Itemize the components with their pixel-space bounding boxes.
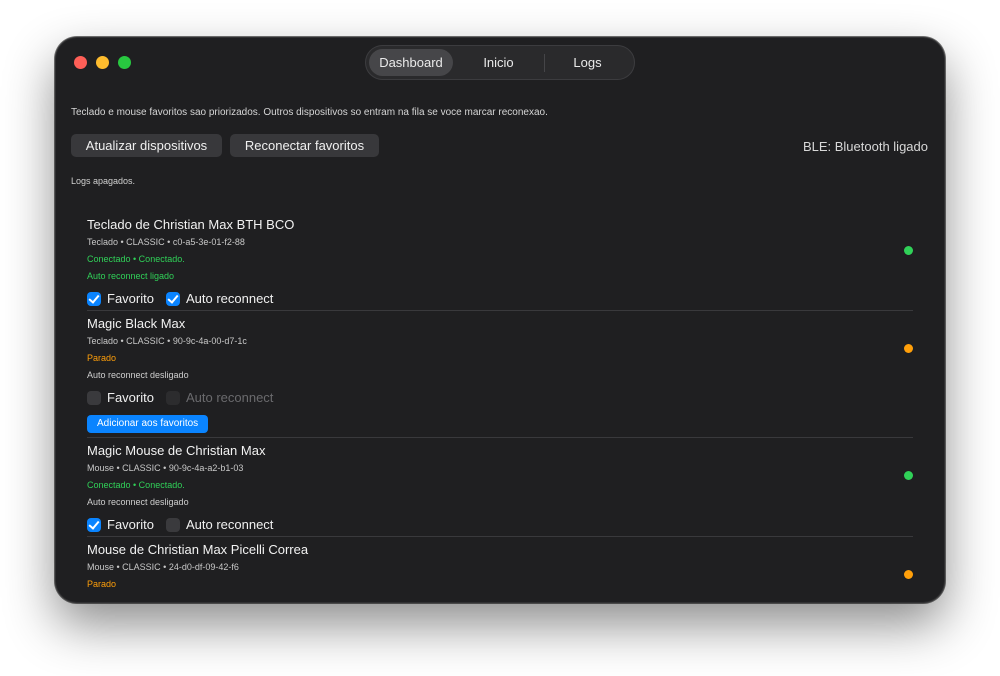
checkbox-icon [165,517,180,532]
ble-status: BLE: Bluetooth ligado [802,139,928,154]
device-name: Magic Black Max [87,316,186,331]
device-status: Parado [87,353,117,363]
device-name: Teclado de Christian Max BTH BCO [87,217,295,232]
device-meta: Mouse • CLASSIC • 24-d0-df-09-42-f6 [87,562,239,572]
device-name: Mouse de Christian Max Picelli Correa [87,542,309,557]
device-status: Conectado • Conectado. [87,254,185,264]
info-description: Teclado e mouse favoritos sao priorizado… [71,107,548,118]
device-options: Favorito Auto reconnect [87,291,285,306]
auto-reconnect-checkbox[interactable]: Auto reconnect [165,291,285,306]
device-row: Mouse de Christian Max Picelli Correa Mo… [87,540,913,600]
auto-reconnect-checkbox[interactable]: Auto reconnect [165,517,285,532]
auto-reconnect-checkbox: Auto reconnect [165,390,285,405]
window-controls [74,56,131,69]
device-name: Magic Mouse de Christian Max [87,443,266,458]
zoom-window-button[interactable] [118,56,131,69]
device-row: Teclado de Christian Max BTH BCO Teclado… [87,215,913,310]
row-divider [87,437,913,438]
checkmark-icon [165,291,180,306]
app-window: Dashboard Inicio Logs Teclado e mouse fa… [55,37,945,603]
tab-bar: Dashboard Inicio Logs [365,45,635,80]
device-status: Parado [87,579,117,589]
device-row: Magic Mouse de Christian Max Mouse • CLA… [87,441,913,536]
connection-indicator [904,246,913,255]
add-to-favorites-button[interactable]: Adicionar aos favoritos [87,415,209,433]
tab-inicio[interactable]: Inicio [453,49,544,76]
row-divider [87,310,913,311]
device-auto-reconnect-status: Auto reconnect ligado [87,271,175,281]
tab-dashboard[interactable]: Dashboard [369,49,453,76]
refresh-devices-button[interactable]: Atualizar dispositivos [71,134,222,157]
device-auto-reconnect-status: Auto reconnect desligado [87,497,189,507]
reconnect-favorites-button[interactable]: Reconectar favoritos [230,134,379,157]
close-window-button[interactable] [74,56,87,69]
device-meta: Mouse • CLASSIC • 90-9c-4a-a2-b1-03 [87,463,244,473]
checkmark-icon [87,291,101,306]
favorite-checkbox[interactable]: Favorito [87,390,166,405]
checkbox-icon [165,390,180,405]
row-divider [87,536,913,537]
device-meta: Teclado • CLASSIC • c0-a5-3e-01-f2-88 [87,237,245,247]
connection-indicator [904,471,913,480]
device-options: Favorito Auto reconnect [87,390,285,405]
favorite-checkbox[interactable]: Favorito [87,517,166,532]
device-status: Conectado • Conectado. [87,480,185,490]
minimize-window-button[interactable] [96,56,109,69]
connection-indicator [904,570,913,579]
checkbox-icon [87,390,101,405]
device-auto-reconnect-status: Auto reconnect desligado [87,370,189,380]
favorite-checkbox[interactable]: Favorito [87,291,166,306]
checkmark-icon [87,517,101,532]
logs-status: Logs apagados. [71,176,136,186]
device-row: Magic Black Max Teclado • CLASSIC • 90-9… [87,314,913,436]
connection-indicator [904,344,913,353]
device-options: Favorito Auto reconnect [87,517,285,532]
tab-logs[interactable]: Logs [545,49,630,76]
device-meta: Teclado • CLASSIC • 90-9c-4a-00-d7-1c [87,336,247,346]
